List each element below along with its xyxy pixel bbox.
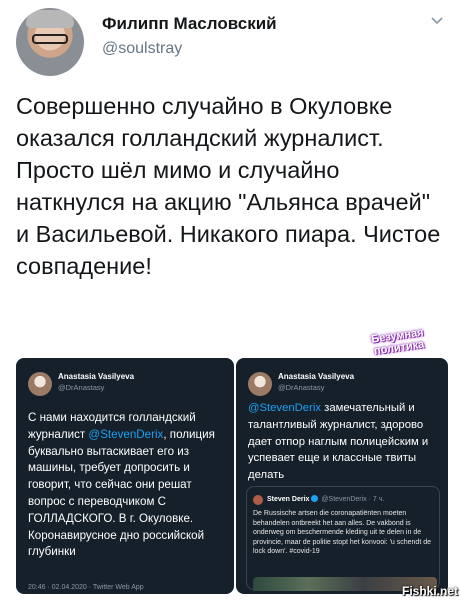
tweet-text: Совершенно случайно в Окуловке оказался …	[16, 93, 441, 279]
screenshot-mention: @StevenDerix	[248, 402, 321, 414]
verified-badge-icon	[311, 495, 319, 502]
tweet-header: Филипп Масловский @soulstray	[16, 8, 446, 76]
quoted-tweet: Steven Derix @StevenDerix · 7 ч. De Russi…	[246, 486, 440, 591]
author-avatar[interactable]	[16, 8, 84, 76]
screenshot-right: Anastasia Vasilyeva @DrAnastasy @StevenD…	[236, 358, 448, 594]
screenshot-footer: 20:46 · 02.04.2020 · Twitter Web App	[28, 584, 144, 591]
author-name[interactable]: Филипп Масловский	[102, 14, 277, 34]
screenshot-avatar	[248, 372, 272, 396]
screenshot-author-name: Anastasia Vasilyeva	[278, 372, 355, 381]
quoted-author: Steven Derix @StevenDerix · 7 ч.	[267, 495, 384, 503]
screenshot-author-handle: @DrAnastasy	[58, 383, 105, 392]
avatar-hair	[26, 10, 74, 28]
screenshot-left: Anastasia Vasilyeva @DrAnastasy С нами н…	[16, 358, 234, 594]
screenshot-avatar	[28, 372, 52, 396]
screenshot-mention: @StevenDerix	[88, 427, 164, 441]
screenshot-author-handle: @DrAnastasy	[278, 383, 325, 392]
author-handle[interactable]: @soulstray	[102, 40, 182, 58]
site-credit: Fishki.net	[401, 584, 458, 598]
quoted-text: De Russische artsen die coronapatiënten …	[253, 510, 431, 556]
quoted-avatar	[253, 495, 263, 505]
chevron-down-icon[interactable]	[430, 14, 444, 28]
quoted-meta: @StevenDerix · 7 ч.	[321, 496, 385, 503]
quoted-author-name: Steven Derix	[267, 496, 310, 503]
screenshot-tweet-text: @StevenDerix замечательный и талантливый…	[248, 400, 444, 484]
screenshot-text-after: , полиция буквально вытаскивает его из м…	[28, 427, 215, 559]
screenshot-tweet-text: С нами находится голландский журналист @…	[28, 410, 224, 561]
screenshot-author-name: Anastasia Vasilyeva	[58, 372, 135, 381]
avatar-glasses	[32, 34, 68, 44]
